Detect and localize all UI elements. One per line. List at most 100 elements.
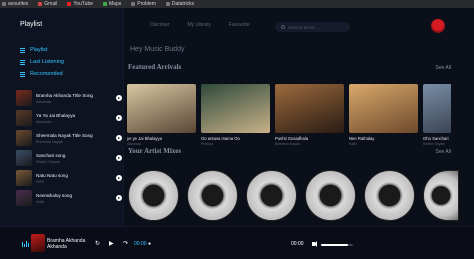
card-title: ye ye Jai Bhalayya [127,136,162,141]
card-title: Oo antava mama Oo [201,136,240,141]
featured-see-all-link[interactable]: See All [435,65,451,71]
featured-card[interactable]: Oho Sanchari Radhe Shyam [423,84,451,146]
bookmark-item-gmail[interactable]: Gmail [38,1,57,7]
avatar[interactable] [431,19,445,33]
song-item[interactable]: Sanchari song Radhe Shyam [16,148,126,168]
song-subtitle: Kalki [36,199,45,204]
song-item[interactable]: Ya Ya Jai Bhalayya Akhanda [16,108,126,128]
card-subtitle: Radhe Shyam [423,142,446,146]
now-playing-thumbnail [31,234,45,252]
bookmark-item-maps[interactable]: Maps [103,1,121,7]
equalizer-icon [22,241,29,247]
artists-title: Your Artist Mixes [128,147,182,155]
top-nav: Discover My Library Favourite [150,22,250,28]
artist-mix-card[interactable] [423,170,459,221]
bookmark-item-datatricks[interactable]: Datatricks [165,1,194,7]
featured-cards: ye ye Jai Bhalayya Akhanda Oo antava mam… [127,84,451,146]
play-icon[interactable] [116,135,122,141]
play-icon[interactable] [116,155,122,161]
song-item[interactable]: Bramha Akhanda Title Song Akhanda [16,88,126,108]
artist-mix-card[interactable] [305,170,356,221]
card-subtitle: Pushpa [201,142,213,146]
menu-item-playlist[interactable]: Playlist [20,44,64,56]
song-subtitle: Akhanda [36,119,51,124]
song-subtitle: Radhe Shyam [36,159,61,164]
artist-mix-card[interactable] [246,170,297,221]
song-thumbnail [16,170,32,186]
list-icon [20,71,25,77]
page-icon [165,2,170,6]
song-item[interactable]: Neerathaloy song Kalki [16,188,126,208]
featured-card[interactable]: Pushti Gusadhala Bheemla Nayak [275,84,344,146]
song-thumbnail [16,130,32,146]
card-image [349,84,418,133]
card-title: Pushti Gusadhala [275,136,309,141]
duration-time: 00:00 [291,241,304,247]
sidebar-title: Playlist [20,21,43,28]
featured-card[interactable]: Nee Rathalay Kalki [349,84,418,146]
now-playing-artist: Akhanda [47,244,67,250]
card-title: Nee Rathalay [349,136,375,141]
song-subtitle: Bheemla Nayak [36,139,63,144]
sidebar-menu: Playlist Last Listening Recomended [20,44,64,80]
menu-item-recommended[interactable]: Recomended [20,68,64,80]
song-subtitle: Akhanda [36,99,51,104]
card-subtitle: Kalki [349,142,357,146]
menu-item-last-listening[interactable]: Last Listening [20,56,64,68]
bookmark-item-problem[interactable]: Problem [131,1,156,7]
seek-handle-icon[interactable]: ● [148,241,151,247]
tab-favourite[interactable]: Favourite [229,22,250,28]
play-icon[interactable] [116,95,122,101]
list-icon [20,59,25,65]
music-app: Playlist Playlist Last Listening Recomen… [0,8,474,259]
bookmark-item-favourites[interactable]: avourites [2,1,28,7]
featured-card[interactable]: Oo antava mama Oo Pushpa [201,84,270,146]
search-input[interactable]: Search Music... [275,22,350,32]
bookmark-item-youtube[interactable]: YouTube [67,1,93,7]
artist-mix-card[interactable] [364,170,415,221]
search-icon [281,25,285,29]
volume-icon[interactable] [312,241,317,247]
artists-see-all-link[interactable]: See All [435,149,451,155]
player-bar: Bramha Akhanda Akhanda ↻ ▶ ↷ 00:00 ● 00:… [0,226,474,259]
card-image [201,84,270,133]
play-icon[interactable] [116,175,122,181]
song-subtitle: RRR [36,179,45,184]
featured-card[interactable]: ye ye Jai Bhalayya Akhanda [127,84,196,146]
card-image [423,84,451,133]
song-item[interactable]: Sheemala Nayak Title Song Bheemla Nayak [16,128,126,148]
repeat-icon[interactable]: ↻ [95,241,100,247]
play-icon[interactable] [116,195,122,201]
song-item[interactable]: Natu Natu song RRR [16,168,126,188]
volume-fill [321,244,349,246]
song-title: Neerathaloy song [36,192,73,198]
song-thumbnail [16,150,32,166]
song-title: Sheemala Nayak Title Song [36,132,93,138]
bookmarks-bar: avourites Gmail YouTube Maps Problem Dat… [0,0,474,8]
elapsed-time: 00:00 [134,241,147,247]
song-title: Bramha Akhanda Title Song [36,92,93,98]
card-subtitle: Akhanda [127,142,141,146]
sidebar: Playlist Playlist Last Listening Recomen… [0,8,124,226]
tab-discover[interactable]: Discover [150,22,169,28]
volume-slider[interactable] [321,244,353,246]
card-subtitle: Bheemla Nayak [275,142,300,146]
song-title: Ya Ya Jai Bhalayya [36,112,76,118]
greeting: Hey Music Buddy [130,46,185,53]
song-title: Sanchari song [36,152,66,158]
gmail-icon [38,2,43,6]
search-placeholder: Search Music... [288,24,320,30]
artist-mix-card[interactable] [128,170,179,221]
bookmark-icon [2,2,6,6]
next-icon[interactable]: ↷ [123,241,128,247]
youtube-icon [67,2,72,6]
play-icon[interactable]: ▶ [109,241,114,247]
tab-my-library[interactable]: My Library [187,22,210,28]
card-image [275,84,344,133]
song-list: Bramha Akhanda Title Song Akhanda Ya Ya J… [16,88,126,208]
artist-mix-card[interactable] [187,170,238,221]
list-icon [20,47,25,53]
song-thumbnail [16,90,32,106]
featured-title: Featured Arrivals [128,63,182,71]
play-icon[interactable] [116,115,122,121]
